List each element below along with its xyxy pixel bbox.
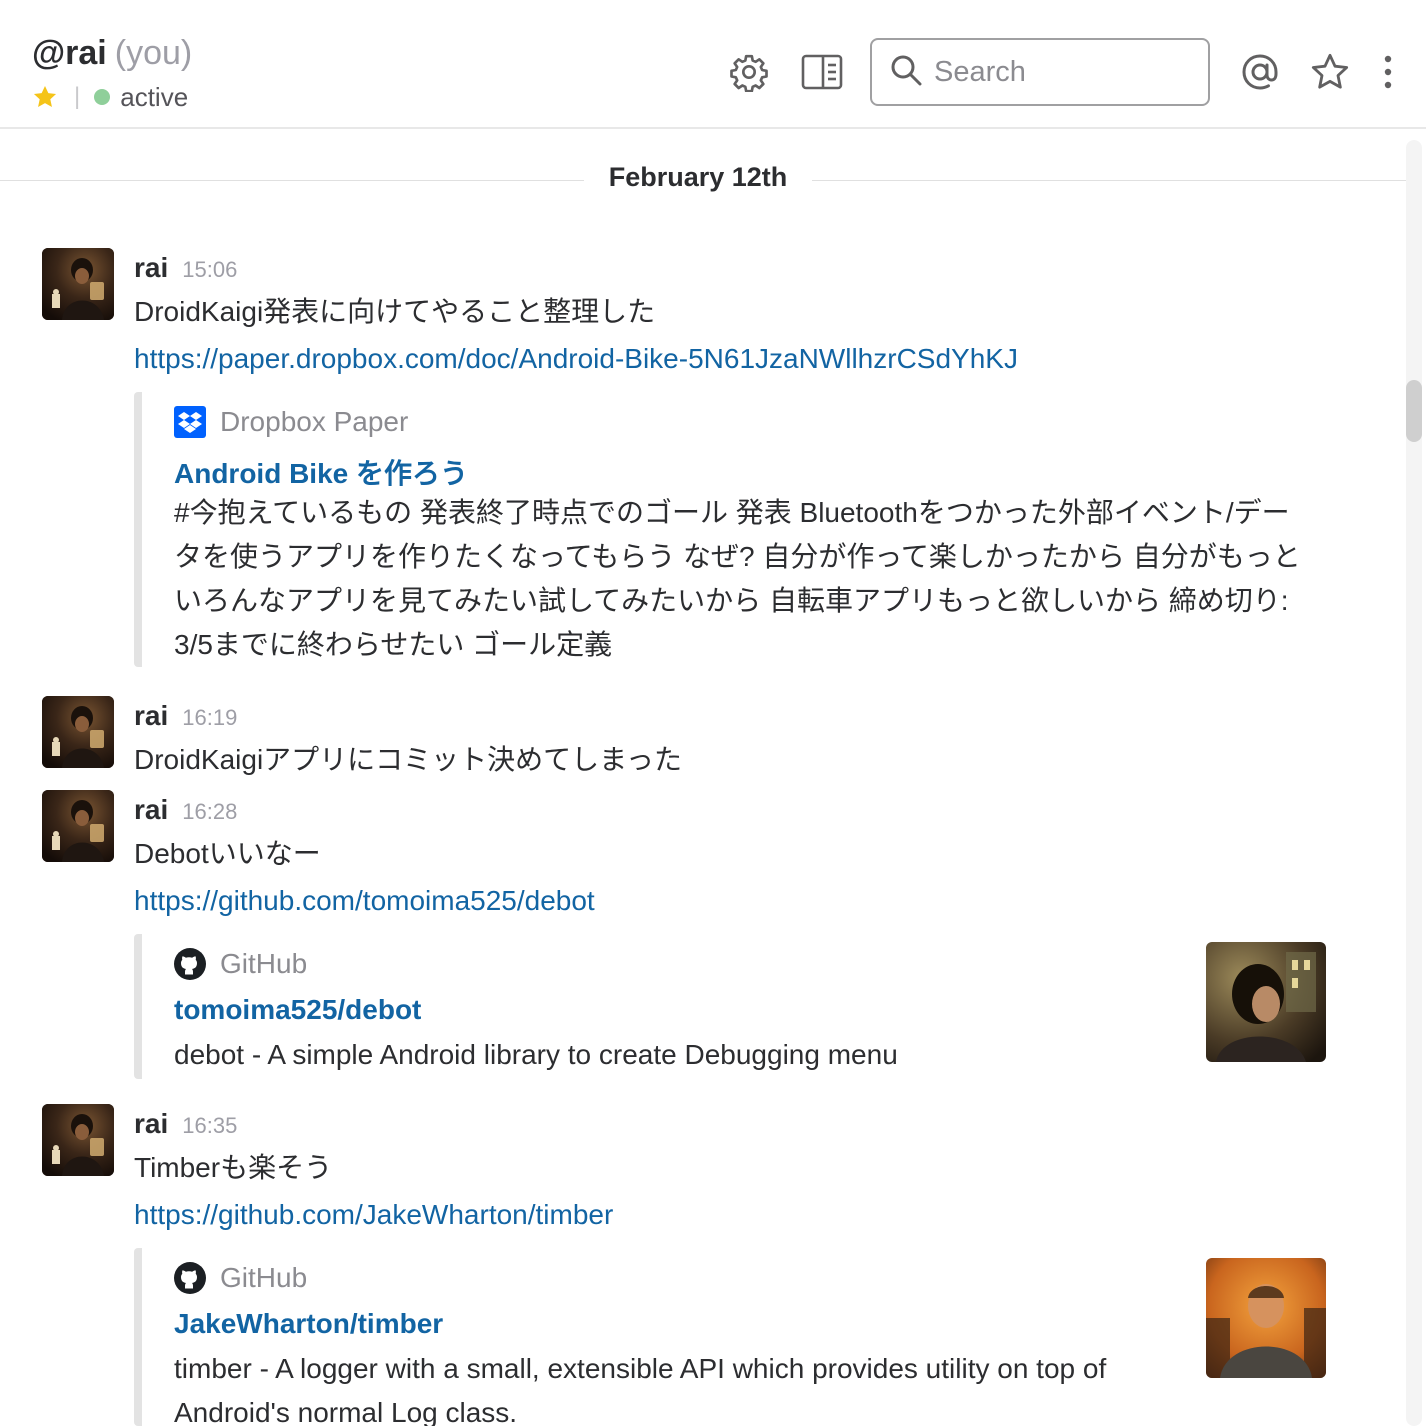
message: rai 16:28 Debotいいなー https://github.com/to…	[0, 790, 1400, 1090]
preview-thumbnail[interactable]	[1206, 1258, 1326, 1378]
link-preview: GitHub JakeWharton/timber timber - A log…	[134, 1248, 1334, 1426]
message-header: rai 16:35	[134, 1108, 237, 1140]
link-preview: GitHub tomoima525/debot debot - A simple…	[134, 934, 1334, 1079]
preview-service: GitHub	[174, 948, 307, 980]
message-header: rai 16:19	[134, 700, 237, 732]
avatar[interactable]	[42, 790, 114, 862]
message: rai 16:35 Timberも楽そう https://github.com/J…	[0, 1104, 1400, 1426]
message-text: Debotいいなー	[134, 838, 321, 869]
avatar[interactable]	[42, 1104, 114, 1176]
sender-name[interactable]: rai	[134, 700, 168, 731]
message-text: DroidKaigi発表に向けてやること整理した	[134, 296, 656, 327]
preview-service: Dropbox Paper	[174, 406, 408, 438]
channel-meta: | active	[32, 82, 188, 112]
link-preview: Dropbox Paper Android Bike を作ろう #今抱えているも…	[134, 392, 1304, 667]
meta-divider: |	[74, 83, 81, 110]
timestamp[interactable]: 16:28	[182, 799, 237, 824]
message-header: rai 15:06	[134, 252, 237, 284]
starred-items-icon[interactable]	[1308, 50, 1352, 94]
timestamp[interactable]: 16:19	[182, 705, 237, 730]
github-icon	[174, 948, 206, 980]
settings-gear-icon[interactable]	[727, 50, 771, 94]
star-filled-icon[interactable]	[32, 84, 58, 110]
date-divider: February 12th	[0, 160, 1406, 200]
mentions-at-icon[interactable]	[1238, 50, 1282, 94]
channel-name: @rai	[32, 34, 107, 72]
preview-title[interactable]: tomoima525/debot	[174, 994, 421, 1026]
sender-name[interactable]: rai	[134, 1108, 168, 1139]
presence-status: active	[120, 81, 189, 112]
scrollbar-thumb[interactable]	[1406, 380, 1422, 442]
github-icon	[174, 1262, 206, 1294]
preview-service-name: GitHub	[220, 948, 308, 979]
presence-dot-icon	[94, 89, 111, 105]
message-link[interactable]: https://github.com/JakeWharton/timber	[134, 1199, 613, 1231]
preview-description: #今抱えているもの 発表終了時点でのゴール 発表 Bluetoothをつかった外…	[174, 497, 1301, 660]
sender-name[interactable]: rai	[134, 794, 168, 825]
sender-name[interactable]: rai	[134, 252, 168, 283]
search-icon	[890, 54, 922, 91]
timestamp[interactable]: 16:35	[182, 1113, 237, 1138]
message-text: DroidKaigiアプリにコミット決めてしまった	[134, 744, 683, 775]
preview-title[interactable]: Android Bike を作ろう	[174, 452, 468, 492]
preview-service: GitHub	[174, 1262, 307, 1294]
search-box[interactable]	[870, 38, 1210, 106]
message-link[interactable]: https://github.com/tomoima525/debot	[134, 885, 595, 917]
message-link[interactable]: https://paper.dropbox.com/doc/Android-Bi…	[134, 343, 1018, 375]
preview-service-name: GitHub	[220, 1262, 308, 1293]
message: rai 15:06 DroidKaigi発表に向けてやること整理した https:…	[0, 248, 1400, 678]
preview-description: timber - A logger with a small, extensib…	[174, 1353, 1107, 1426]
preview-thumbnail[interactable]	[1206, 942, 1326, 1062]
preview-title[interactable]: JakeWharton/timber	[174, 1308, 443, 1340]
channel-header: @rai (you) | active	[0, 0, 1426, 129]
timestamp[interactable]: 15:06	[182, 257, 237, 282]
avatar[interactable]	[42, 696, 114, 768]
preview-description: debot - A simple Android library to crea…	[174, 1039, 898, 1070]
more-vertical-icon[interactable]	[1366, 50, 1410, 94]
message: rai 16:19 DroidKaigiアプリにコミット決めてしまった	[0, 696, 1400, 776]
dropbox-icon	[174, 406, 206, 438]
message-text: Timberも楽そう	[134, 1152, 333, 1183]
scrollbar-track[interactable]	[1406, 140, 1422, 1426]
date-label[interactable]: February 12th	[0, 162, 1396, 193]
you-label: (you)	[114, 34, 193, 72]
message-header: rai 16:28	[134, 794, 237, 826]
channel-title[interactable]: @rai (you)	[32, 34, 192, 73]
details-pane-icon[interactable]	[800, 50, 844, 94]
preview-service-name: Dropbox Paper	[220, 406, 409, 437]
avatar[interactable]	[42, 248, 114, 320]
search-input[interactable]	[934, 55, 1184, 89]
